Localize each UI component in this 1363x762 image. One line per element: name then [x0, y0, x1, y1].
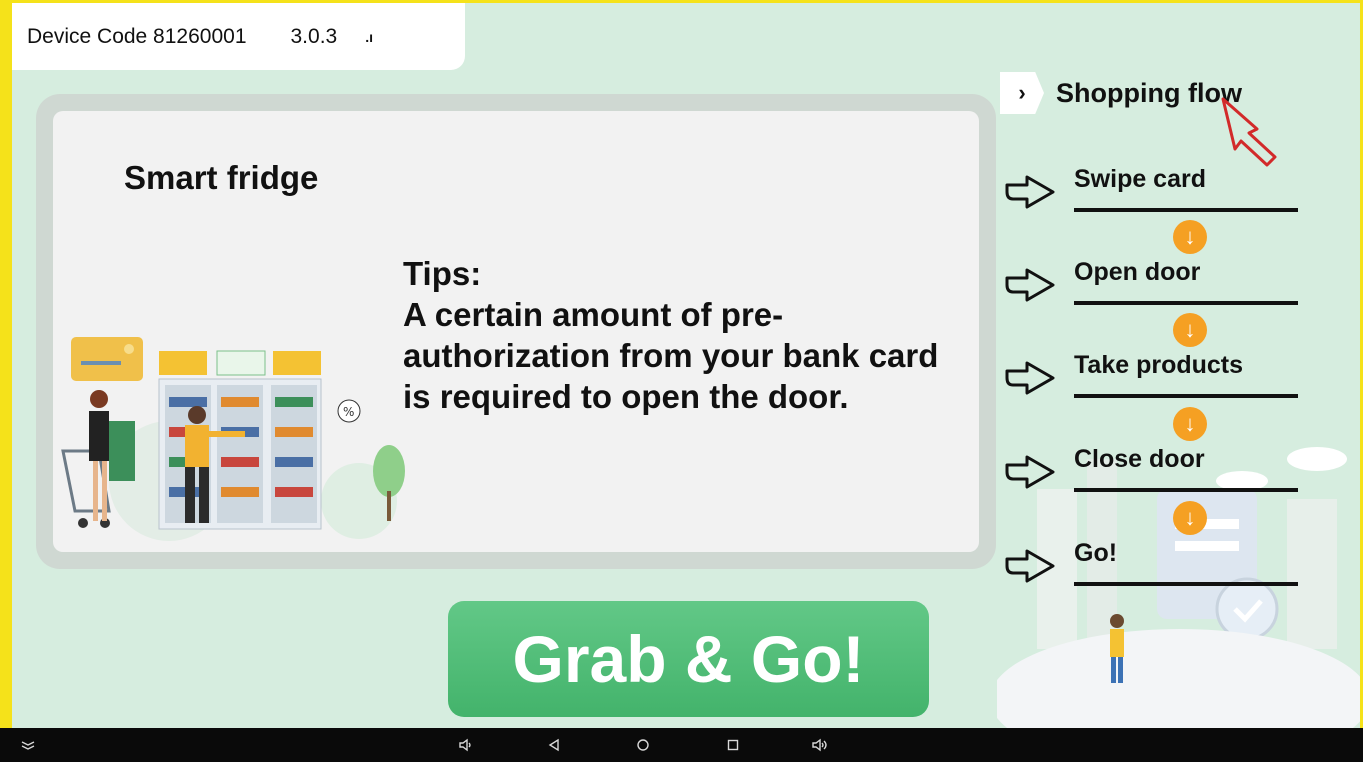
- tips-heading: Tips:: [403, 255, 482, 292]
- svg-text:%: %: [343, 405, 354, 419]
- device-info-bar: Device Code 81260001 3.0.3 .ı: [12, 3, 465, 70]
- step-label: Open door: [1074, 258, 1201, 286]
- chevron-right-icon: ›: [1000, 72, 1044, 114]
- pointer-hand-icon: [1221, 97, 1277, 167]
- tips-text: Tips: A certain amount of pre-authorizat…: [403, 253, 963, 417]
- volume-up-icon[interactable]: [806, 732, 834, 758]
- grab-and-go-button[interactable]: Grab & Go!: [448, 601, 929, 717]
- app-version: 3.0.3: [290, 24, 338, 48]
- arrow-down-icon: ↓: [1173, 220, 1207, 254]
- flow-step-go: Go!: [997, 539, 1360, 599]
- signal-icon: .ı: [365, 28, 373, 45]
- hand-pointing-icon: [1005, 549, 1055, 583]
- step-underline: [1074, 208, 1298, 212]
- step-label: Close door: [1074, 445, 1205, 473]
- system-nav-bar: [0, 728, 1363, 762]
- recents-icon[interactable]: [719, 732, 747, 758]
- arrow-down-icon: ↓: [1173, 501, 1207, 535]
- hand-pointing-icon: [1005, 361, 1055, 395]
- step-underline: [1074, 301, 1298, 305]
- hand-pointing-icon: [1005, 268, 1055, 302]
- info-card-panel: Smart fridge % Tips: A certain amount of…: [53, 111, 979, 552]
- step-label: Go!: [1074, 539, 1118, 567]
- flow-step-take-products: Take products: [997, 351, 1360, 411]
- arrow-down-icon: ↓: [1173, 313, 1207, 347]
- step-label: Take products: [1074, 351, 1244, 379]
- back-icon[interactable]: [540, 732, 568, 758]
- arrow-down-icon: ↓: [1173, 407, 1207, 441]
- device-code: Device Code 81260001: [27, 24, 247, 48]
- flow-step-close-door: Close door: [997, 445, 1360, 505]
- hand-pointing-icon: [1005, 455, 1055, 489]
- hand-pointing-icon: [1005, 175, 1055, 209]
- info-card: Smart fridge % Tips: A certain amount of…: [36, 94, 996, 569]
- home-icon[interactable]: [629, 732, 657, 758]
- app-screen: Device Code 81260001 3.0.3 .ı Smart frid…: [0, 0, 1363, 728]
- volume-down-icon[interactable]: [452, 732, 480, 758]
- smart-fridge-illustration: %: [61, 337, 405, 541]
- flow-step-swipe-card: Swipe card: [997, 165, 1360, 225]
- step-underline: [1074, 582, 1298, 586]
- step-underline: [1074, 488, 1298, 492]
- shopping-flow-panel: › Shopping flow Swipe card ↓ Open door ↓: [997, 69, 1360, 728]
- flow-step-open-door: Open door: [997, 258, 1360, 318]
- step-label: Swipe card: [1074, 165, 1206, 193]
- collapse-icon[interactable]: [14, 732, 42, 758]
- page-title: Smart fridge: [124, 159, 319, 196]
- tips-body: A certain amount of pre-authorization fr…: [403, 296, 939, 415]
- step-underline: [1074, 394, 1298, 398]
